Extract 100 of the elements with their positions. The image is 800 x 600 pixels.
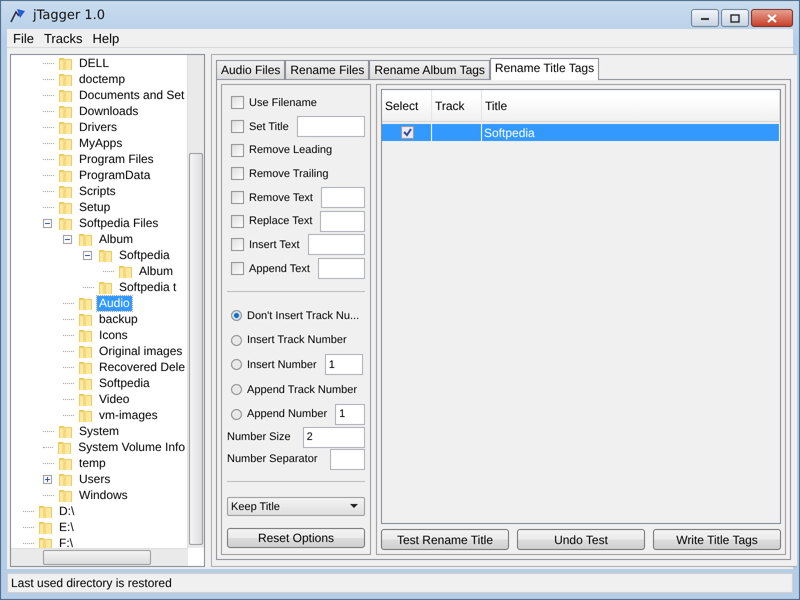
dropdown[interactable]: Keep Title	[227, 496, 365, 516]
maximize-button[interactable]	[721, 9, 749, 27]
checkbox[interactable]	[231, 262, 244, 276]
checkbox[interactable]	[231, 214, 244, 228]
tree-item[interactable]: E:\	[57, 520, 76, 534]
tree-item[interactable]: F:\	[57, 536, 75, 548]
tree-item[interactable]: Program Files	[77, 152, 156, 166]
menu-item[interactable]: Tracks	[40, 30, 86, 46]
action-button[interactable]: Test Rename Title	[381, 529, 509, 550]
tree-item[interactable]: Album	[137, 264, 176, 278]
tree-item[interactable]: Video	[97, 392, 132, 406]
option-label: Use Filename	[249, 96, 317, 109]
tree-item[interactable]: Downloads	[77, 104, 140, 118]
field-label: Number Separator	[227, 453, 318, 466]
option-label: Append Number	[247, 408, 328, 420]
tree-item[interactable]: Softpedia Files	[77, 216, 160, 230]
checkbox[interactable]	[231, 191, 244, 204]
tree-item[interactable]: Icons	[97, 328, 130, 342]
collapse-toggle[interactable]	[83, 250, 94, 260]
checkbox[interactable]	[231, 167, 244, 180]
expand-toggle[interactable]	[43, 474, 54, 484]
option-label: Replace Text	[249, 215, 312, 228]
option-label: Remove Trailing	[249, 168, 328, 180]
tree-item[interactable]: Scripts	[77, 184, 118, 198]
input-field[interactable]	[321, 187, 365, 208]
radio-button[interactable]	[231, 408, 242, 420]
tree-item[interactable]: Drivers	[77, 120, 119, 134]
action-button[interactable]: Undo Test	[517, 529, 645, 550]
input-field[interactable]	[318, 258, 365, 280]
tree-item[interactable]: ProgramData	[77, 168, 152, 182]
checkbox[interactable]	[231, 144, 244, 157]
tab[interactable]: Audio Files	[216, 60, 286, 79]
tab[interactable]: Rename Title Tags	[490, 58, 600, 80]
tree-item[interactable]: Album	[97, 232, 136, 246]
collapse-toggle[interactable]	[43, 218, 54, 228]
tree-item[interactable]: Setup	[77, 200, 112, 214]
column-header[interactable]: Title	[482, 90, 780, 122]
radio-button[interactable]	[231, 359, 242, 370]
tree-item[interactable]: temp	[77, 456, 108, 470]
vertical-scrollbar[interactable]	[187, 55, 204, 548]
checkbox[interactable]	[231, 96, 244, 110]
tree-item[interactable]: vm-images	[97, 408, 160, 422]
radio-button[interactable]	[231, 334, 242, 346]
input-field[interactable]: 2	[302, 426, 365, 448]
minimize-button[interactable]	[691, 9, 719, 27]
menu-item[interactable]: Help	[88, 30, 124, 46]
checkbox[interactable]	[401, 126, 414, 139]
folder-icon	[58, 183, 74, 199]
tree-item[interactable]: MyApps	[77, 136, 124, 150]
tree-item[interactable]: Documents and Set	[77, 88, 186, 102]
tree-item[interactable]: backup	[97, 312, 140, 326]
tree-item[interactable]: System	[77, 424, 122, 438]
tree-item[interactable]: Original images	[97, 344, 184, 358]
radio-button[interactable]	[231, 384, 242, 395]
folder-icon	[58, 215, 74, 231]
folder-icon	[38, 519, 54, 535]
action-button[interactable]: Write Title Tags	[653, 529, 781, 550]
tab[interactable]: Rename Files	[285, 60, 370, 79]
tree-item[interactable]: System Volume Info	[76, 440, 187, 454]
folder-icon	[58, 71, 74, 87]
input-field[interactable]	[330, 448, 365, 470]
collapse-toggle[interactable]	[63, 234, 74, 244]
input-field[interactable]: 1	[335, 404, 366, 425]
input-field[interactable]	[308, 234, 365, 256]
input-field[interactable]: 1	[324, 354, 363, 376]
checkbox[interactable]	[231, 238, 244, 252]
tree-item[interactable]: Softpedia t	[117, 280, 178, 294]
folder-icon	[78, 391, 94, 407]
column-header[interactable]: Select	[382, 90, 432, 122]
option-label: Insert Track Number	[247, 334, 347, 346]
tree-item[interactable]: D:\	[57, 504, 76, 518]
minimize-icon	[700, 15, 710, 21]
option-label: Remove Text	[249, 192, 313, 204]
input-field[interactable]	[296, 116, 365, 137]
tab[interactable]: Rename Album Tags	[369, 60, 490, 79]
tree-item[interactable]: Recovered Dele	[96, 360, 187, 374]
input-field[interactable]	[320, 210, 365, 232]
tree-item[interactable]: doctemp	[77, 72, 128, 86]
tree-item[interactable]: Softpedia	[117, 248, 172, 262]
close-icon	[767, 14, 777, 22]
option-label: Append Text	[249, 262, 310, 275]
column-header[interactable]: Track	[432, 90, 482, 122]
folder-icon	[78, 343, 94, 359]
folder-icon	[58, 487, 74, 503]
tree-item[interactable]: Users	[77, 472, 112, 486]
folder-icon	[78, 359, 94, 375]
folder-icon	[58, 135, 74, 151]
tree-item[interactable]: DELL	[77, 56, 112, 70]
folder-icon	[58, 87, 74, 103]
tree-item[interactable]: Softpedia	[97, 376, 152, 390]
folder-icon	[57, 439, 74, 455]
reset-button[interactable]: Reset Options	[227, 528, 365, 548]
menu-item[interactable]: File	[9, 30, 38, 46]
folder-icon	[78, 311, 94, 327]
horizontal-scrollbar[interactable]	[11, 548, 188, 566]
close-button[interactable]	[751, 9, 793, 27]
radio-button[interactable]	[231, 310, 242, 322]
tree-item[interactable]: Windows	[77, 488, 130, 502]
folder-icon	[58, 471, 74, 487]
checkbox[interactable]	[231, 120, 244, 133]
